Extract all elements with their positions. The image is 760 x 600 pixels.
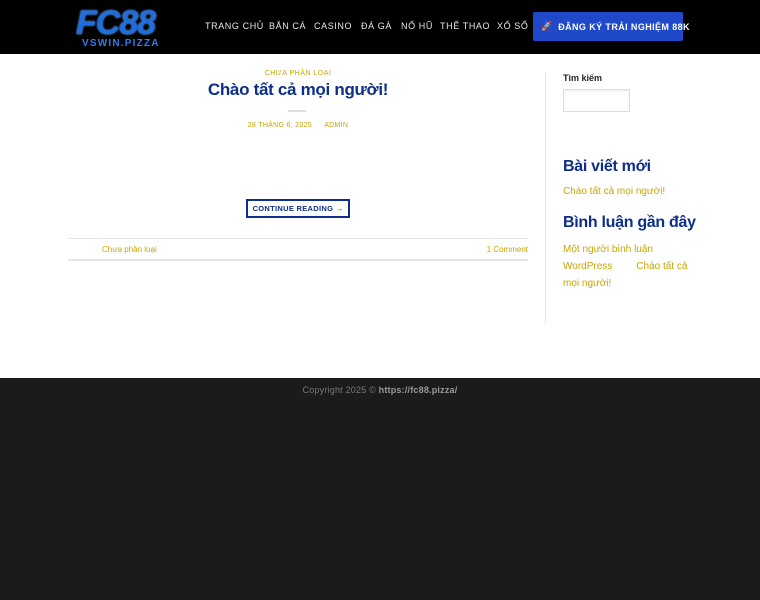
search-input[interactable]: [563, 89, 630, 112]
post-comments-link[interactable]: 1 Comment: [487, 245, 528, 254]
copyright-site-link[interactable]: https://fc88.pizza/: [379, 385, 458, 395]
sidebar-divider: [545, 72, 546, 324]
post-footer-divider-bottom: [68, 259, 528, 261]
recent-comments-title: Bình luận gần đây: [563, 214, 696, 231]
post-category-top[interactable]: CHƯA PHÂN LOẠI: [68, 70, 528, 77]
nav-ban-ca[interactable]: BẮN CÁ: [269, 21, 306, 31]
post-title[interactable]: Chào tất cả mọi người!: [68, 80, 528, 100]
recent-post-link[interactable]: Chào tất cả mọi người!: [563, 186, 665, 197]
nav-da-ga[interactable]: ĐÁ GÀ: [361, 21, 392, 31]
post-author[interactable]: ADMIN: [324, 122, 348, 129]
recent-posts-title: Bài viết mới: [563, 158, 651, 175]
site-logo[interactable]: FC88 VSWIN.PIZZA: [76, 4, 180, 49]
nav-the-thao[interactable]: THỂ THAO: [440, 21, 490, 31]
copyright-text: Copyright 2025 © https://fc88.pizza/: [0, 385, 760, 395]
nav-trang-chu[interactable]: TRANG CHỦ: [205, 21, 264, 31]
register-cta-label: ĐĂNG KÝ TRẢI NGHIỆM 88K: [558, 21, 690, 32]
copyright-prefix: Copyright 2025 ©: [302, 385, 376, 395]
site-header: FC88 VSWIN.PIZZA TRANG CHỦ BẮN CÁ CASINO…: [0, 0, 760, 54]
post-footer-divider-top: [68, 238, 528, 239]
post-meta: 28 THÁNG 6, 2025 ADMIN: [68, 122, 528, 129]
post-footer-category[interactable]: Chưa phân loại: [102, 245, 157, 254]
logo-sub-text: VSWIN.PIZZA: [82, 38, 160, 49]
nav-casino[interactable]: CASINO: [314, 21, 352, 31]
logo-main-text: FC88: [76, 4, 156, 42]
nav-no-hu[interactable]: NỔ HŨ: [401, 21, 433, 31]
continue-reading-button[interactable]: CONTINUE READING →: [246, 199, 350, 218]
title-divider: [288, 110, 306, 112]
nav-xo-so[interactable]: XỔ SỐ: [497, 21, 529, 31]
site-footer: [0, 378, 760, 600]
recent-comment-item: Một người bình luận WordPress Chào tất cả…: [563, 241, 693, 292]
register-cta-button[interactable]: 🚀 ĐĂNG KÝ TRẢI NGHIỆM 88K: [533, 12, 690, 41]
rocket-icon: 🚀: [541, 21, 553, 31]
post-date[interactable]: 28 THÁNG 6, 2025: [248, 122, 312, 129]
search-label: Tìm kiếm: [563, 73, 603, 83]
